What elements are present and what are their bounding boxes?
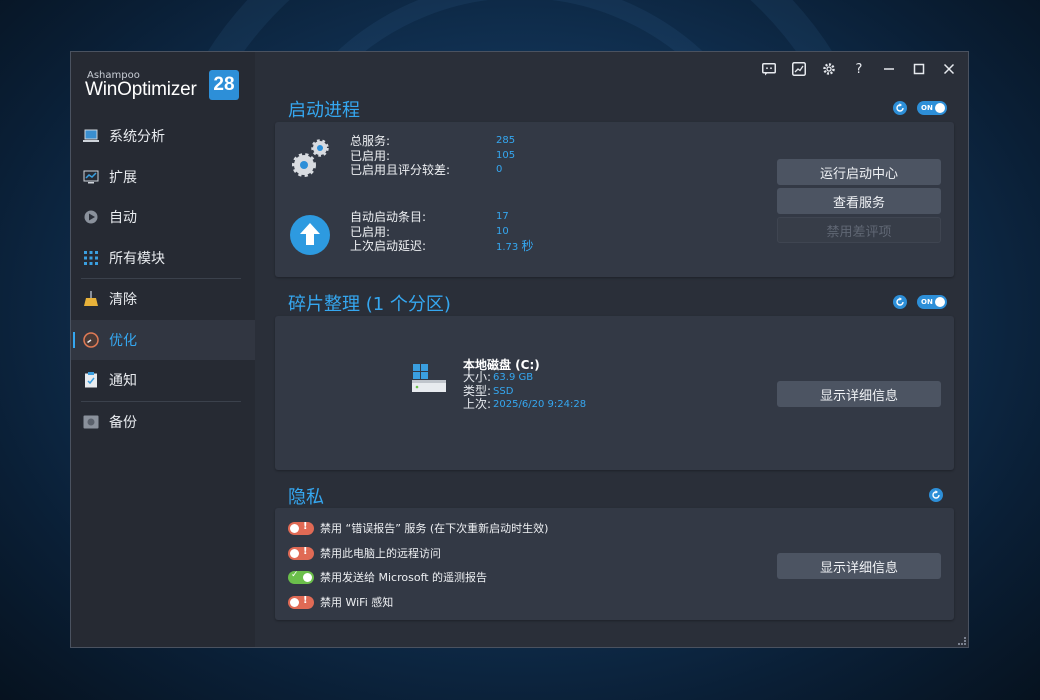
theme-icon[interactable] (790, 60, 808, 78)
disk-info-label: 上次: (463, 397, 492, 411)
sidebar-item-notify[interactable]: 通知 (71, 360, 255, 401)
sidebar: Ashampoo WinOptimizer 28 系统分析 扩展 自动 所有模块… (71, 52, 255, 647)
monitor-chart-icon (83, 169, 99, 185)
stat-value: 285 (496, 135, 516, 146)
sidebar-item-label: 自动 (109, 210, 137, 227)
broom-icon (83, 291, 99, 307)
play-gear-icon (83, 209, 99, 225)
disable-poor-button[interactable]: 禁用差评项 (777, 217, 941, 243)
sidebar-item-extend[interactable]: 扩展 (71, 157, 255, 198)
privacy-details-button[interactable]: 显示详细信息 (777, 553, 941, 579)
stat-label: 已启用: (350, 224, 391, 239)
autostart-stats: 自动启动条目: 17 已启用: 10 上次启动延迟: 1.73 秒 (350, 210, 533, 256)
section-controls-defrag: ON (893, 295, 947, 309)
sidebar-nav: 系统分析 扩展 自动 所有模块 清除 优化 通知 备份 (71, 116, 255, 442)
privacy-item-label: 禁用 “错误报告” 服务 (在下次重新启动时生效) (320, 522, 549, 535)
sidebar-item-label: 系统分析 (109, 129, 165, 146)
sidebar-item-label: 所有模块 (109, 250, 165, 267)
toggle-switch-off[interactable] (288, 546, 314, 560)
disk-info-value: 63.9 GB (493, 372, 534, 383)
sidebar-item-auto[interactable]: 自动 (71, 197, 255, 238)
privacy-item[interactable]: 禁用发送给 Microsoft 的遥测报告 (288, 569, 487, 585)
sidebar-item-backup[interactable]: 备份 (71, 402, 255, 443)
services-stats: 总服务: 285 已启用: 105 已启用且评分较差: 0 (350, 134, 515, 178)
privacy-item-label: 禁用此电脑上的远程访问 (320, 547, 441, 560)
feedback-icon[interactable] (760, 60, 778, 78)
upload-arrow-icon (289, 214, 331, 260)
section-title-privacy: 隐私 (288, 487, 324, 508)
stat-label: 上次启动延迟: (350, 239, 427, 253)
stat-value: 1.73 (496, 242, 519, 253)
stat-label: 已启用: (350, 148, 391, 163)
privacy-panel: 禁用 “错误报告” 服务 (在下次重新启动时生效) 禁用此电脑上的远程访问 禁用… (275, 508, 954, 620)
window-toolbar: ? (760, 60, 958, 78)
main-content: ? 启动进程 ON 总服务: 285 已启用: 105 已启用且评分较差: 0 … (255, 52, 968, 647)
sidebar-item-label: 备份 (109, 414, 137, 431)
disk-info: 大小: 63.9 GB 类型: SSD 上次: 2025/6/20 9:24:28 (463, 370, 587, 412)
privacy-item[interactable]: 禁用 WiFi 感知 (288, 594, 393, 610)
clipboard-check-icon (83, 372, 99, 388)
sidebar-item-all-modules[interactable]: 所有模块 (71, 238, 255, 279)
sidebar-item-label: 通知 (109, 373, 137, 390)
stat-unit: 秒 (521, 239, 534, 253)
sidebar-item-clean[interactable]: 清除 (71, 279, 255, 320)
grid-dots-icon (83, 250, 99, 266)
sidebar-item-label: 优化 (109, 332, 137, 349)
toggle-switch-off[interactable] (288, 595, 314, 609)
privacy-item[interactable]: 禁用此电脑上的远程访问 (288, 545, 441, 561)
gears-icon (289, 136, 333, 184)
close-icon[interactable] (940, 60, 958, 78)
app-window: Ashampoo WinOptimizer 28 系统分析 扩展 自动 所有模块… (70, 51, 969, 648)
disk-info-label: 大小: (463, 370, 492, 384)
sidebar-item-system-analysis[interactable]: 系统分析 (71, 116, 255, 157)
maximize-icon[interactable] (910, 60, 928, 78)
run-startup-center-button[interactable]: 运行启动中心 (777, 159, 941, 185)
toggle-switch-on[interactable] (288, 570, 314, 584)
startup-toggle[interactable]: ON (917, 101, 947, 115)
resize-grip[interactable] (958, 637, 966, 645)
sidebar-item-label: 扩展 (109, 169, 137, 186)
defrag-panel: 本地磁盘 (C:) 大小: 63.9 GB 类型: SSD 上次: 2025/6/20… (275, 316, 954, 470)
privacy-item-label: 禁用 WiFi 感知 (320, 596, 394, 609)
sidebar-item-label: 清除 (109, 292, 137, 309)
toggle-switch-off[interactable] (288, 521, 314, 535)
refresh-icon[interactable] (929, 488, 943, 502)
section-title-defrag: 碎片整理 (1 个分区) (288, 294, 451, 315)
stat-label: 已启用且评分较差: (350, 163, 451, 177)
section-controls-startup: ON (893, 101, 947, 115)
privacy-item-label: 禁用发送给 Microsoft 的遥测报告 (320, 571, 488, 584)
stat-value: 105 (496, 149, 516, 161)
refresh-icon[interactable] (893, 295, 907, 309)
laptop-icon (83, 128, 99, 144)
settings-icon[interactable] (820, 60, 838, 78)
section-controls-privacy (929, 488, 943, 502)
section-title-startup: 启动进程 (288, 100, 360, 121)
speedometer-icon (83, 332, 99, 348)
disk-info-label: 类型: (463, 383, 492, 398)
sidebar-item-optimize[interactable]: 优化 (71, 319, 255, 360)
defrag-details-button[interactable]: 显示详细信息 (777, 381, 941, 407)
help-icon[interactable]: ? (850, 60, 868, 78)
stat-label: 自动启动条目: (350, 210, 427, 224)
stat-value: 10 (496, 225, 509, 237)
version-badge: 28 (209, 70, 239, 100)
privacy-item[interactable]: 禁用 “错误报告” 服务 (在下次重新启动时生效) (288, 520, 548, 536)
app-logo: Ashampoo WinOptimizer 28 (85, 70, 245, 110)
windows-drive-icon (412, 364, 448, 398)
stat-value: 0 (496, 164, 503, 175)
view-services-button[interactable]: 查看服务 (777, 188, 941, 214)
minimize-icon[interactable] (880, 60, 898, 78)
drive-icon (83, 414, 99, 430)
refresh-icon[interactable] (893, 101, 907, 115)
stat-value: 17 (496, 211, 509, 222)
stat-label: 总服务: (350, 134, 391, 148)
defrag-toggle[interactable]: ON (917, 295, 947, 309)
brand-name: WinOptimizer (85, 79, 197, 100)
disk-info-value: 2025/6/20 9:24:28 (493, 399, 587, 410)
startup-panel: 总服务: 285 已启用: 105 已启用且评分较差: 0 自动启动条目: 17 已启用… (275, 122, 954, 277)
disk-info-value: SSD (493, 385, 514, 397)
